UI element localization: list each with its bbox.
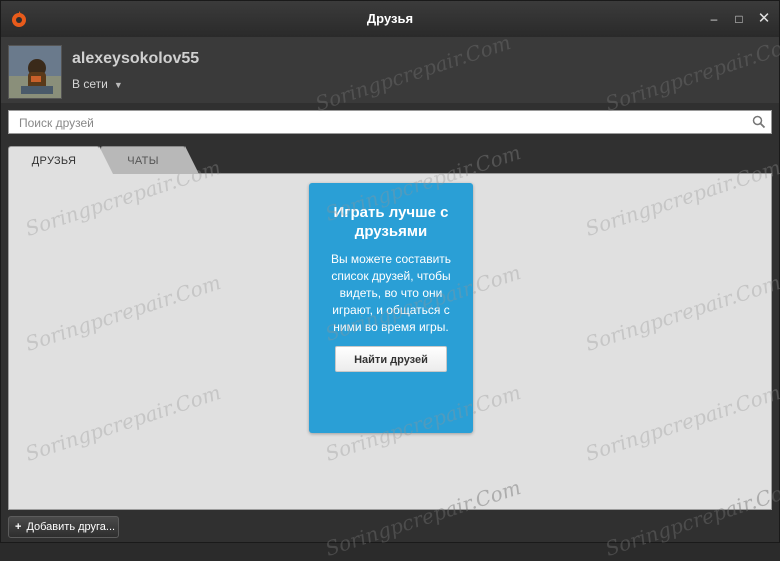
status-dropdown[interactable]: В сети ▼ xyxy=(72,77,123,91)
friends-window: Друзья – □ ✕ alexeysokolov55 В сети ▼ По… xyxy=(0,0,780,561)
search-input[interactable] xyxy=(17,114,741,132)
window-title: Друзья xyxy=(366,11,414,26)
title-bar[interactable]: Друзья – □ ✕ xyxy=(1,1,779,37)
profile-header: alexeysokolov55 В сети ▼ xyxy=(1,37,779,103)
add-friend-label: Добавить друга... xyxy=(26,521,116,533)
minimize-button[interactable]: – xyxy=(704,9,724,29)
avatar-image xyxy=(9,46,61,98)
avatar[interactable] xyxy=(8,45,62,99)
bottom-bar: + Добавить друга... xyxy=(1,510,779,542)
search-box[interactable] xyxy=(8,110,772,134)
status-label: В сети xyxy=(72,77,108,91)
plus-icon: + xyxy=(15,521,22,533)
find-friends-card: Играть лучше с друзьями Вы можете состав… xyxy=(309,183,473,433)
tab-bar: ДРУЗЬЯ ЧАТЫ xyxy=(8,146,772,174)
find-friends-button[interactable]: Найти друзей xyxy=(335,346,447,372)
tab-friends[interactable]: ДРУЗЬЯ xyxy=(8,146,113,174)
friends-list-panel: Играть лучше с друзьями Вы можете состав… xyxy=(8,173,772,510)
add-friend-button[interactable]: + Добавить друга... xyxy=(8,516,119,538)
search-icon[interactable] xyxy=(752,115,766,129)
chevron-down-icon: ▼ xyxy=(113,79,123,90)
maximize-button[interactable]: □ xyxy=(729,9,749,29)
card-title: Играть лучше с друзьями xyxy=(333,204,449,240)
username: alexeysokolov55 xyxy=(72,50,200,67)
card-description: Вы можете составить список друзей, чтобы… xyxy=(330,252,452,334)
close-button[interactable]: ✕ xyxy=(754,9,774,29)
